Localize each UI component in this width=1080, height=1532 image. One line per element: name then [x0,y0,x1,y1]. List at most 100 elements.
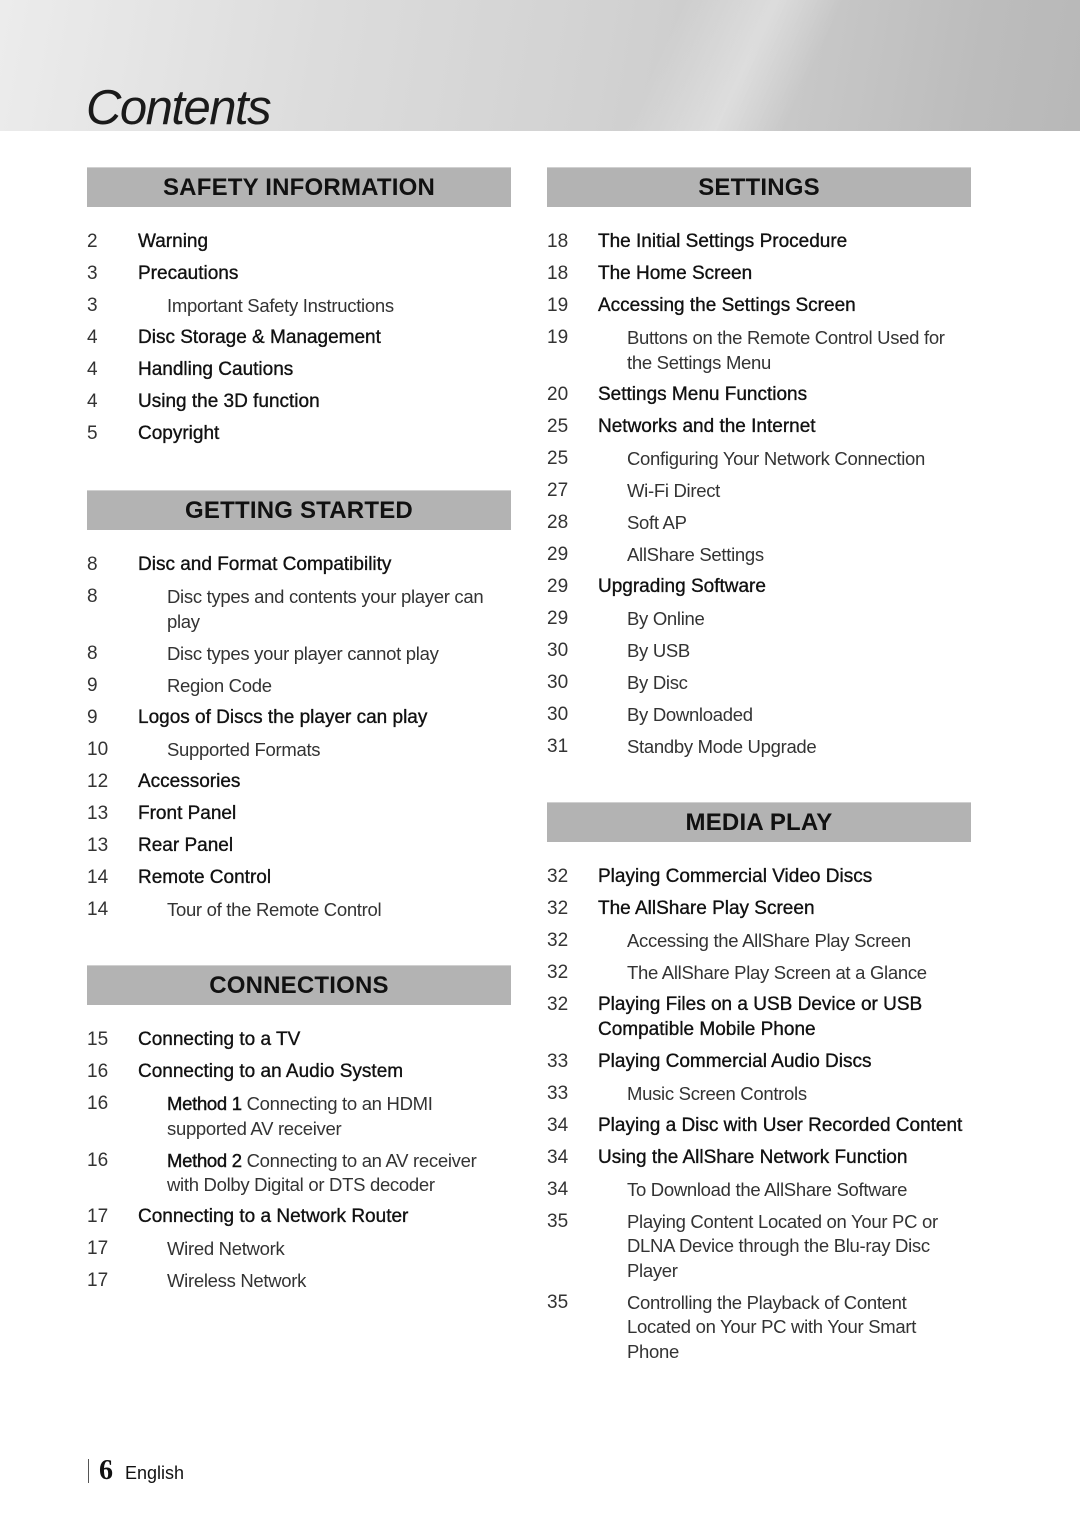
toc-entry-title: Tour of the Remote Control [167,898,382,920]
toc-page-number: 4 [87,327,98,348]
toc-entry-title: Method 1 Connecting to an HDMI supported… [138,1092,511,1141]
toc-entry[interactable]: 17 Connecting to a Network Router [87,1205,511,1230]
toc-entry[interactable]: 17 Wireless Network [87,1269,511,1294]
toc-entry[interactable]: 15 Connecting to a TV [87,1028,511,1053]
toc-entry-title: Connecting to a Network Router [138,1206,409,1227]
toc-entry-title: Supported Formats [167,738,321,760]
toc-entry-title: Connecting to an Audio System [138,1061,404,1082]
toc-page-number: 33 [547,1082,569,1104]
toc-entry[interactable]: 20 Settings Menu Functions [547,383,971,408]
toc-entry[interactable]: 2 Warning [87,230,511,255]
toc-entry-title: Method 2 Connecting to an AV receiver wi… [138,1149,511,1198]
toc-entry[interactable]: 34 To Download the AllShare Software [547,1178,971,1203]
toc-page-number: 3 [87,295,98,316]
toc-entry[interactable]: 32 Playing Commercial Video Discs [547,865,971,890]
toc-entry-title: Wireless Network [167,1270,307,1291]
toc-entry[interactable]: 29 By Online [547,607,971,632]
toc-entry-title: By Downloaded [627,703,753,725]
toc-entry[interactable]: 28 Soft AP [547,511,971,536]
section-getting-started: GETTING STARTED 8 Disc and Format Compati… [87,490,511,930]
toc-entry[interactable]: 29 Upgrading Software [547,575,971,600]
page-title: Contents [86,81,272,135]
toc-entry[interactable]: 35 Controlling the Playback of Content Lo… [547,1291,971,1365]
page-number: 6 [99,1455,113,1486]
toc-entry-title: Disc types and contents your player can … [167,586,484,632]
toc-entry[interactable]: 30 By Disc [547,671,971,696]
toc-page-number: 32 [547,898,569,919]
toc-page-number: 18 [547,231,569,252]
toc-entry[interactable]: 16 Method 1 Connecting to an HDMI support… [87,1092,511,1141]
toc-entry-title: Rear Panel [138,834,234,856]
toc-entry[interactable]: 33 Playing Commercial Audio Discs [547,1050,971,1075]
toc-entry[interactable]: 34 Playing a Disc with User Recorded Cont… [547,1114,971,1139]
toc-page-number: 13 [87,802,109,824]
toc-entry[interactable]: 4 Using the 3D function [87,390,511,415]
section-media-play: MEDIA PLAY 32 Playing Commercial Video Di… [547,802,971,1372]
toc-entry[interactable]: 18 The Home Screen [547,262,971,287]
toc-page-number: 25 [547,447,569,469]
toc-entry[interactable]: 9 Logos of Discs the player can play [87,706,511,731]
toc-page-number: 9 [87,674,98,696]
method-label: Method 2 [167,1149,242,1171]
toc-entry[interactable]: 31 Standby Mode Upgrade [547,735,971,760]
toc-entry[interactable]: 4 Disc Storage & Management [87,326,511,351]
toc-entry[interactable]: 13 Rear Panel [87,834,511,859]
toc-entry[interactable]: 17 Wired Network [87,1237,511,1262]
toc-entry[interactable]: 35 Playing Content Located on Your PC or … [547,1210,971,1284]
toc-entry[interactable]: 33 Music Screen Controls [547,1082,971,1107]
toc-page-number: 8 [87,642,98,664]
toc-entry[interactable]: 4 Handling Cautions [87,358,511,383]
toc-entry-title: By Disc [627,671,688,693]
toc-entry[interactable]: 32 The AllShare Play Screen [547,897,971,922]
toc-entry[interactable]: 30 By Downloaded [547,703,971,728]
section-connections: CONNECTIONS 15 Connecting to a TV 16 Connec… [87,965,511,1301]
toc-entry[interactable]: 25 Networks and the Internet [547,415,971,440]
toc-entry[interactable]: 8 Disc types and contents your player can… [87,585,511,634]
toc-entry[interactable]: 16 Connecting to an Audio System [87,1060,511,1085]
toc-entry-title: Important Safety Instructions [167,295,394,316]
toc-entry-title: Settings Menu Functions [598,383,808,405]
toc-entry-title: Playing Content Located on Your PC or DL… [627,1210,938,1281]
toc-entry[interactable]: 9 Region Code [87,674,511,699]
toc-entry-title: Precautions [138,263,239,284]
toc-page-number: 16 [87,1093,109,1114]
toc-entry[interactable]: 12 Accessories [87,770,511,795]
toc-entry[interactable]: 8 Disc types your player cannot play [87,642,511,667]
toc-entry-title: Remote Control [138,866,272,888]
toc-entry[interactable]: 14 Tour of the Remote Control [87,898,511,923]
toc-entry[interactable]: 16 Method 2 Connecting to an AV receiver … [87,1149,511,1198]
toc-entry[interactable]: 3 Important Safety Instructions [87,294,511,319]
toc-entry[interactable]: 32 The AllShare Play Screen at a Glance [547,961,971,986]
toc-entry[interactable]: 10 Supported Formats [87,738,511,763]
toc-entry[interactable]: 3 Precautions [87,262,511,287]
toc-page-number: 12 [87,770,109,792]
toc-page-number: 33 [547,1050,569,1072]
toc-entry-title: Standby Mode Upgrade [627,735,817,757]
toc-entry[interactable]: 18 The Initial Settings Procedure [547,230,971,255]
toc-entry-title: Playing Commercial Audio Discs [598,1050,872,1072]
toc-entry-title: Warning [138,231,209,252]
toc-entry[interactable]: 30 By USB [547,639,971,664]
toc-page-number: 19 [547,327,569,348]
toc-entry[interactable]: 32 Accessing the AllShare Play Screen [547,929,971,954]
toc-entry[interactable]: 27 Wi-Fi Direct [547,479,971,504]
toc-page-number: 8 [87,586,98,607]
toc-entry[interactable]: 8 Disc and Format Compatibility [87,553,511,578]
toc-entry-title: Controlling the Playback of Content Loca… [627,1291,917,1362]
toc-entry[interactable]: 14 Remote Control [87,866,511,891]
toc-entry[interactable]: 25 Configuring Your Network Connection [547,447,971,472]
toc-entry-title: Disc Storage & Management [138,327,381,348]
toc-list: 2 Warning 3 Precautions 3 Important Safety In… [87,230,511,447]
toc-page-number: 29 [547,575,569,597]
toc-entry-title: To Download the AllShare Software [627,1178,908,1200]
toc-entry[interactable]: 32 Playing Files on a USB Device or USB C… [547,993,971,1042]
method-label: Method 1 [167,1093,242,1114]
toc-entry[interactable]: 13 Front Panel [87,802,511,827]
toc-list: 15 Connecting to a TV 16 Connecting to an A… [87,1028,511,1294]
toc-entry[interactable]: 34 Using the AllShare Network Function [547,1146,971,1171]
toc-entry[interactable]: 19 Buttons on the Remote Control Used for… [547,326,971,375]
toc-entry[interactable]: 29 AllShare Settings [547,543,971,568]
toc-entry[interactable]: 19 Accessing the Settings Screen [547,294,971,319]
toc-entry[interactable]: 5 Copyright [87,422,511,447]
toc-page-number: 19 [547,295,569,316]
